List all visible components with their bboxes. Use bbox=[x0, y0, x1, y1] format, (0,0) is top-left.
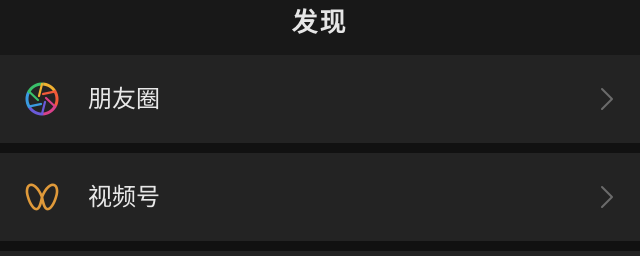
channels-butterfly-icon bbox=[24, 179, 60, 215]
discover-page: 发现 朋友圈 视频号 bbox=[0, 0, 640, 256]
next-list-item-edge bbox=[0, 251, 640, 256]
moments-aperture-icon bbox=[24, 81, 60, 117]
chevron-right-icon bbox=[600, 185, 614, 209]
list-item-label: 朋友圈 bbox=[88, 85, 160, 113]
page-title: 发现 bbox=[291, 8, 348, 38]
chevron-right-icon bbox=[600, 87, 614, 111]
section-divider bbox=[0, 143, 640, 153]
list-item-label: 视频号 bbox=[88, 183, 160, 211]
list-item-moments[interactable]: 朋友圈 bbox=[0, 55, 640, 143]
section-divider bbox=[0, 241, 640, 251]
list-item-channels[interactable]: 视频号 bbox=[0, 153, 640, 241]
nav-bar: 发现 bbox=[0, 0, 640, 55]
